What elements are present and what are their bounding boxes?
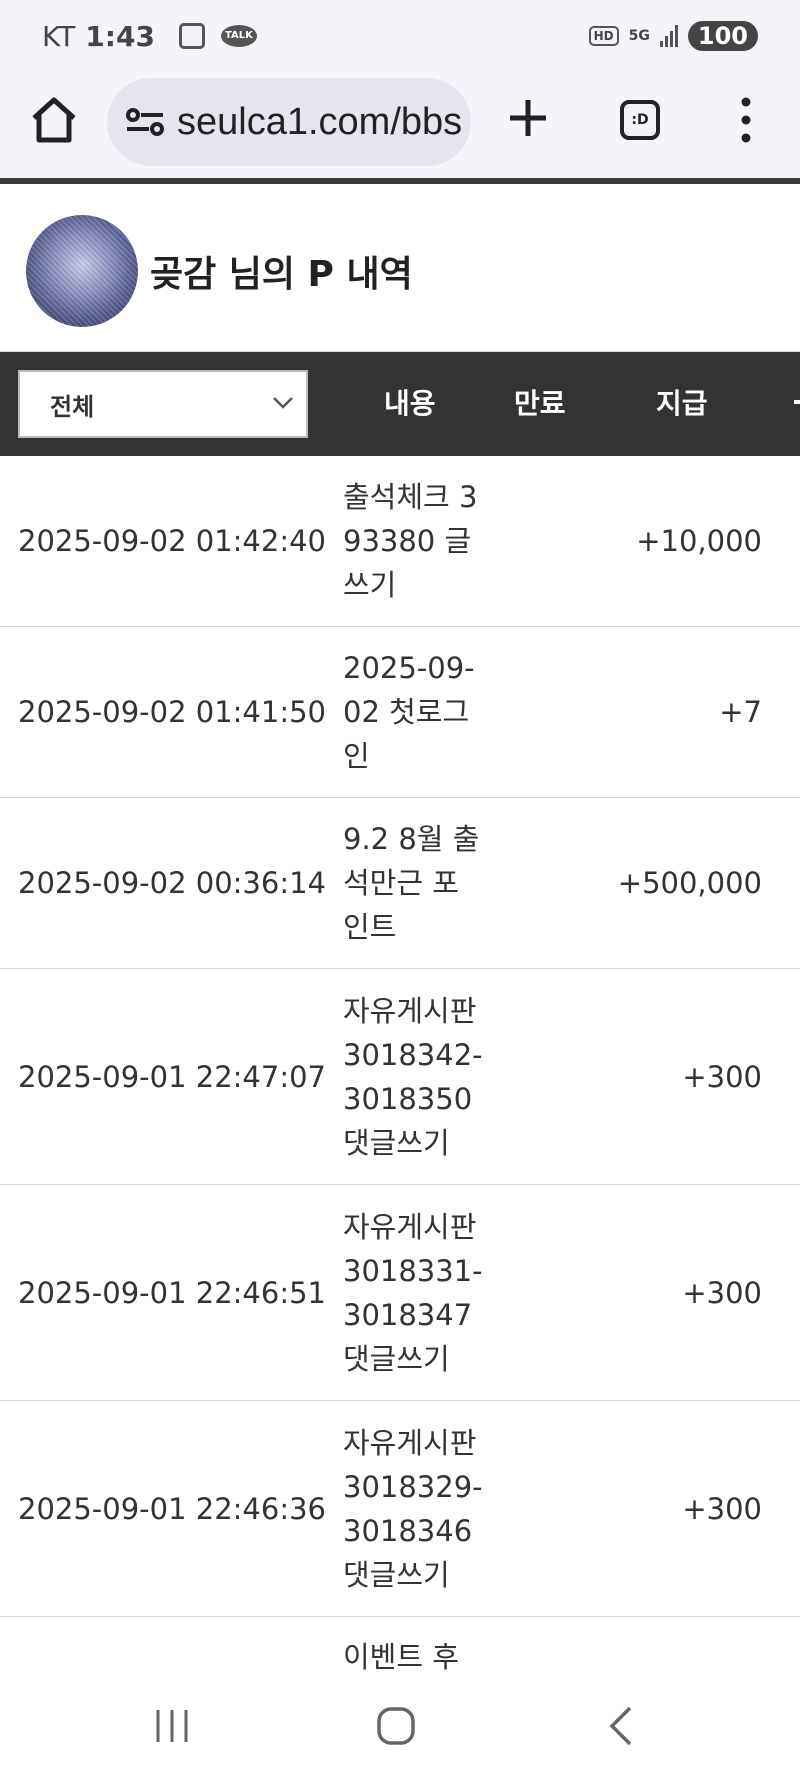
table-row: 2025-09-02 00:36:14 9.2 8월 출석만근 포인트 +500… xyxy=(0,798,800,969)
signal-strength-icon xyxy=(659,25,678,47)
recent-apps-icon[interactable] xyxy=(152,1708,192,1744)
row-content: 자유게시판 3018342-3018350 댓글쓰기 xyxy=(343,993,483,1160)
points-history-table: 2025-09-02 01:42:40 출석체크 393380 글쓰기 +10,… xyxy=(0,456,800,1737)
column-header-content: 내용 xyxy=(384,387,436,420)
column-header-overflow xyxy=(794,400,800,404)
battery-indicator: 100 xyxy=(687,21,758,51)
table-row: 2025-09-02 01:41:50 2025-09-02 첫로그인 +7 xyxy=(0,627,800,798)
row-content: 2025-09-02 첫로그인 xyxy=(343,651,475,773)
5g-network-icon: 5G xyxy=(628,28,650,44)
row-date: 2025-09-01 22:46:51 xyxy=(18,1275,326,1310)
type-filter-select[interactable]: 전체 xyxy=(18,370,308,438)
hd-voice-icon: HD xyxy=(588,26,619,46)
row-amount: +7 xyxy=(719,695,762,729)
row-content: 출석체크 393380 글쓰기 xyxy=(343,480,478,602)
row-content: 자유게시판 3018331-3018347 댓글쓰기 xyxy=(343,1209,483,1376)
new-tab-icon[interactable] xyxy=(506,96,550,140)
profile-header: 곶감 님의 P 내역 xyxy=(0,190,800,352)
row-date: 2025-09-01 22:46:36 xyxy=(18,1491,326,1526)
row-amount: +300 xyxy=(682,1275,762,1310)
system-navigation-bar xyxy=(0,1672,800,1778)
row-date: 2025-09-01 22:47:07 xyxy=(18,1059,326,1094)
avatar xyxy=(26,214,138,327)
row-amount: +300 xyxy=(682,1491,762,1526)
row-amount: +300 xyxy=(682,1059,762,1094)
screenshot-icon xyxy=(178,23,205,49)
type-filter-value: 전체 xyxy=(50,392,95,421)
row-date: 2025-09-02 00:36:14 xyxy=(18,866,326,900)
table-row: 2025-09-01 22:46:36 자유게시판 3018329-301834… xyxy=(0,1401,800,1617)
table-row: 2025-09-01 22:47:07 자유게시판 3018342-301835… xyxy=(0,969,800,1185)
chevron-down-icon xyxy=(273,397,293,409)
url-text[interactable]: seulca1.com/bbs xyxy=(177,101,462,144)
clock: 1:43 xyxy=(85,19,155,53)
table-row: 2025-09-01 22:46:51 자유게시판 3018331-301834… xyxy=(0,1185,800,1401)
row-content: 9.2 8월 출석만근 포인트 xyxy=(343,822,480,944)
row-date: 2025-09-02 01:41:50 xyxy=(18,695,326,729)
row-date: 2025-09-02 01:42:40 xyxy=(18,524,326,558)
status-left: KT 1:43 TALK xyxy=(42,20,257,53)
row-amount: +10,000 xyxy=(636,524,762,558)
address-bar[interactable]: seulca1.com/bbs xyxy=(107,78,471,166)
back-icon[interactable] xyxy=(606,1704,636,1748)
status-right: HD 5G 100 xyxy=(588,21,758,51)
row-content: 자유게시판 3018329-3018346 댓글쓰기 xyxy=(343,1425,483,1592)
browser-toolbar: seulca1.com/bbs :D xyxy=(0,72,800,184)
more-menu-icon[interactable] xyxy=(736,94,756,146)
carrier-label: KT xyxy=(42,19,76,53)
table-row: 2025-09-02 01:42:40 출석체크 393380 글쓰기 +10,… xyxy=(0,456,800,627)
page-title: 곶감 님의 P 내역 xyxy=(150,253,413,295)
home-nav-icon[interactable] xyxy=(376,1706,416,1746)
tab-switcher-button[interactable]: :D xyxy=(620,100,660,140)
column-header-amount: 지급 xyxy=(656,387,708,420)
column-header-expiry: 만료 xyxy=(514,387,566,420)
home-icon[interactable] xyxy=(28,94,80,146)
status-bar: KT 1:43 TALK HD 5G 100 xyxy=(0,0,800,72)
row-amount: +500,000 xyxy=(617,866,762,900)
table-header-bar: 전체 내용 만료 지급 xyxy=(0,352,800,456)
kakaotalk-icon: TALK xyxy=(220,25,257,47)
site-settings-icon[interactable] xyxy=(125,106,165,138)
